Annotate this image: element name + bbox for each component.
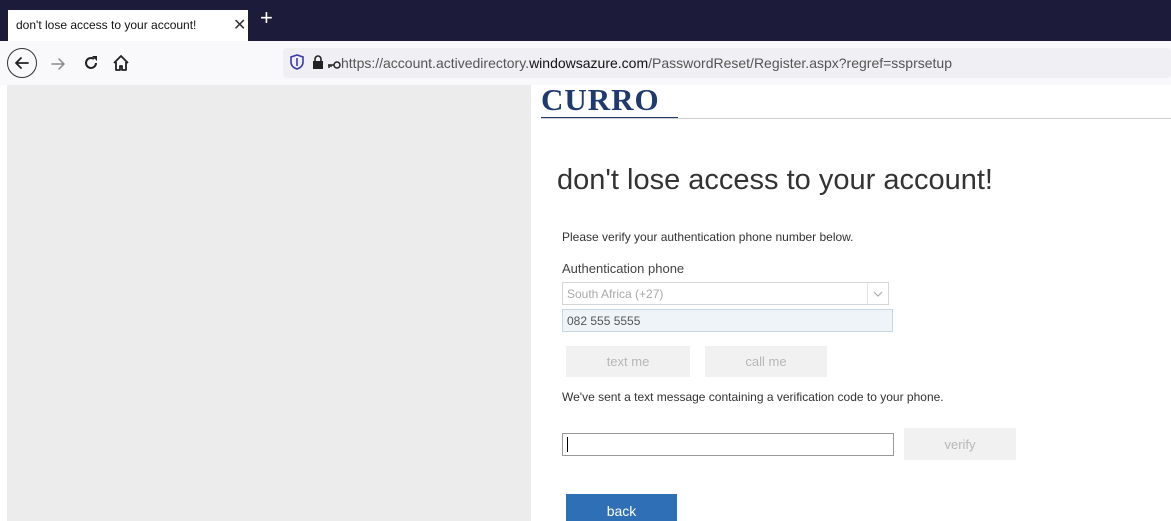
url-suffix: /PasswordReset/Register.aspx?regref=sspr… (648, 55, 952, 71)
new-tab-icon[interactable]: + (260, 7, 273, 29)
verify-button[interactable]: verify (904, 428, 1016, 460)
forward-arrow-icon[interactable] (44, 50, 72, 78)
text-caret (567, 437, 568, 452)
code-sent-message: We've sent a text message containing a v… (562, 390, 944, 404)
url-text[interactable]: https://account.activedirectory.windowsa… (341, 55, 952, 71)
phone-number-value: 082 555 5555 (567, 314, 641, 328)
lock-icon[interactable] (312, 55, 324, 74)
country-select[interactable]: South Africa (+27) (562, 282, 889, 305)
back-button-label: back (606, 503, 637, 519)
curro-logo: CURRO (541, 82, 660, 117)
tab-title: don't lose access to your account! (16, 18, 197, 32)
country-select-value: South Africa (+27) (567, 287, 664, 301)
url-domain: windowsazure.com (529, 55, 649, 71)
navigation-bar: https://account.activedirectory.windowsa… (0, 41, 1171, 85)
authentication-phone-label: Authentication phone (562, 261, 685, 276)
browser-tab[interactable]: don't lose access to your account! ✕ (8, 10, 248, 41)
text-me-button[interactable]: text me (566, 346, 690, 377)
left-side-panel (7, 85, 531, 521)
instruction-text: Please verify your authentication phone … (562, 230, 854, 244)
call-me-button[interactable]: call me (705, 346, 827, 377)
back-arrow-icon[interactable] (7, 48, 37, 78)
key-icon[interactable] (327, 57, 341, 75)
tab-strip: don't lose access to your account! ✕ + (0, 0, 1171, 41)
back-button[interactable]: back (566, 494, 677, 521)
home-icon[interactable] (107, 49, 135, 77)
url-prefix: https://account.activedirectory. (341, 55, 530, 71)
verification-code-input[interactable] (562, 433, 894, 456)
reload-icon[interactable] (77, 49, 105, 77)
chevron-down-icon[interactable] (867, 283, 888, 304)
page-title: don't lose access to your account! (557, 164, 993, 196)
address-bar[interactable]: https://account.activedirectory.windowsa… (283, 48, 1171, 78)
phone-number-input[interactable]: 082 555 5555 (562, 309, 893, 332)
header-divider (541, 118, 1171, 119)
tracking-shield-icon[interactable] (290, 54, 304, 75)
close-tab-icon[interactable]: ✕ (233, 15, 246, 35)
